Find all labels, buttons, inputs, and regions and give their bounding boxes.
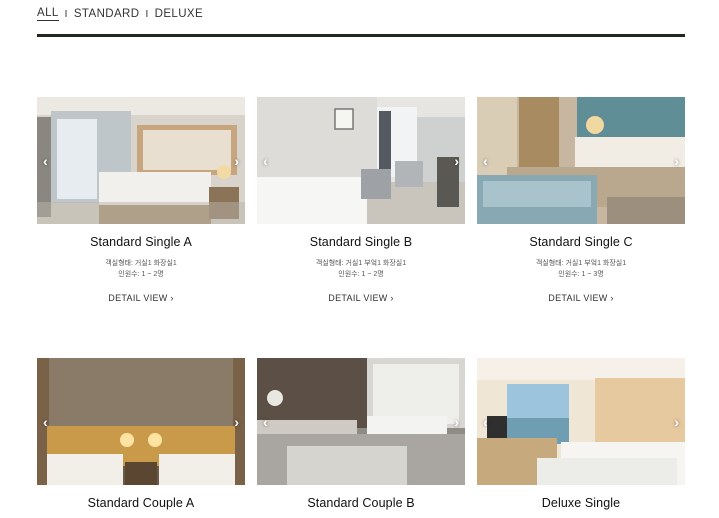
room-photo: [37, 358, 245, 485]
room-title: Standard Couple B: [307, 496, 415, 510]
previous-photo-arrow[interactable]: ‹: [43, 154, 48, 168]
room-photo: [477, 97, 685, 224]
room-photo-slider[interactable]: ‹ ›: [37, 358, 245, 485]
room-photo-slider[interactable]: ‹ ›: [477, 97, 685, 224]
next-photo-arrow[interactable]: ›: [454, 415, 459, 429]
room-info: 객실형태: 거실1 부엌1 화장실1 인원수: 1 ~ 3명: [477, 258, 685, 280]
next-photo-arrow[interactable]: ›: [234, 154, 239, 168]
room-capacity: 인원수: 1 ~ 3명: [558, 271, 604, 278]
room-layout: 객실형태: 거실1 화장실1: [105, 260, 177, 267]
header-divider: [37, 34, 685, 37]
room-grid: ‹ › Standard Single A 객실형태: 거실1 화장실1 인원수…: [37, 97, 685, 518]
room-filter-tabs: ALL I STANDARD I DELUXE: [37, 7, 203, 21]
tab-separator: I: [145, 8, 149, 20]
room-title: Standard Single A: [90, 235, 192, 249]
room-photo-slider[interactable]: ‹ ›: [477, 358, 685, 485]
room-title: Deluxe Single: [541, 496, 621, 510]
room-photo: [257, 358, 465, 485]
room-title: Standard Couple A: [87, 496, 195, 510]
room-layout: 객실형태: 거실1 부엌1 화장실1: [315, 260, 407, 267]
room-info: 객실형태: 거실1 화장실1 인원수: 1 ~ 2명: [37, 258, 245, 280]
room-card: ‹ › Standard Single B 객실형태: 거실1 부엌1 화장실1…: [257, 97, 465, 358]
previous-photo-arrow[interactable]: ‹: [263, 415, 268, 429]
room-card: ‹ › Standard Couple A: [37, 358, 245, 518]
previous-photo-arrow[interactable]: ‹: [483, 154, 488, 168]
room-card: ‹ › Deluxe Single: [477, 358, 685, 518]
room-photo-slider[interactable]: ‹ ›: [257, 358, 465, 485]
room-capacity: 인원수: 1 ~ 2명: [118, 271, 164, 278]
detail-view-link[interactable]: DETAIL VIEW ›: [328, 293, 393, 303]
room-title: Standard Single C: [529, 235, 633, 249]
room-photo: [477, 358, 685, 485]
next-photo-arrow[interactable]: ›: [674, 415, 679, 429]
room-capacity: 인원수: 1 ~ 2명: [338, 271, 384, 278]
previous-photo-arrow[interactable]: ‹: [43, 415, 48, 429]
room-info: 객실형태: 거실1 부엌1 화장실1 인원수: 1 ~ 2명: [257, 258, 465, 280]
previous-photo-arrow[interactable]: ‹: [263, 154, 268, 168]
tab-separator: I: [64, 8, 68, 20]
next-photo-arrow[interactable]: ›: [454, 154, 459, 168]
room-card: ‹ › Standard Couple B: [257, 358, 465, 518]
room-card: ‹ › Standard Single A 객실형태: 거실1 화장실1 인원수…: [37, 97, 245, 358]
room-photo-slider[interactable]: ‹ ›: [37, 97, 245, 224]
room-photo: [37, 97, 245, 224]
previous-photo-arrow[interactable]: ‹: [483, 415, 488, 429]
room-photo: [257, 97, 465, 224]
next-photo-arrow[interactable]: ›: [234, 415, 239, 429]
next-photo-arrow[interactable]: ›: [674, 154, 679, 168]
room-photo-slider[interactable]: ‹ ›: [257, 97, 465, 224]
room-layout: 객실형태: 거실1 부엌1 화장실1: [535, 260, 627, 267]
detail-view-link[interactable]: DETAIL VIEW ›: [548, 293, 613, 303]
tab-standard[interactable]: STANDARD: [74, 8, 140, 21]
room-card: ‹ › Standard Single C 객실형태: 거실1 부엌1 화장실1…: [477, 97, 685, 358]
tab-all[interactable]: ALL: [37, 7, 59, 21]
detail-view-link[interactable]: DETAIL VIEW ›: [108, 293, 173, 303]
tab-deluxe[interactable]: DELUXE: [155, 8, 203, 21]
room-title: Standard Single B: [309, 235, 413, 249]
